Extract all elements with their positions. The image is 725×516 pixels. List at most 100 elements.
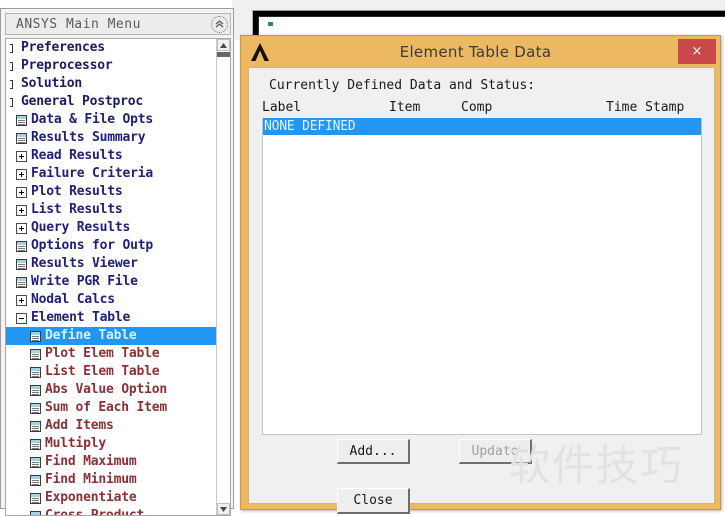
tree-item-label: Element Table <box>31 309 130 327</box>
tree-item-element-table[interactable]: Element Table <box>6 309 218 327</box>
tree-item-general-postproc[interactable]: General Postproc <box>6 93 218 111</box>
tree-item-label: Solution <box>21 75 82 93</box>
scroll-up-arrow-icon[interactable] <box>217 39 230 51</box>
node-icon[interactable] <box>8 61 17 72</box>
dialog-titlebar[interactable]: Element Table Data × <box>241 36 720 67</box>
tree-item-label: List Elem Table <box>45 363 159 381</box>
tree-item-results-summary[interactable]: Results Summary <box>6 129 218 147</box>
expand-icon[interactable] <box>16 187 27 198</box>
double-chevron-up-icon[interactable] <box>211 16 228 33</box>
tree-item-define-table[interactable]: Define Table <box>6 327 218 345</box>
tree-item-label: Find Minimum <box>45 471 137 489</box>
tree-scrollbar-thumb[interactable] <box>217 52 230 57</box>
tree-item-solution[interactable]: Solution <box>6 75 218 93</box>
tree-item-plot-results[interactable]: Plot Results <box>6 183 218 201</box>
tree-item-label: Options for Outp <box>31 237 153 255</box>
dialog-title: Element Table Data <box>273 43 678 61</box>
main-menu-tree[interactable]: PreferencesPreprocessorSolutionGeneral P… <box>6 39 218 516</box>
tree-item-cross-product[interactable]: Cross Product <box>6 507 218 516</box>
tree-item-data-file-opts[interactable]: Data & File Opts <box>6 111 218 129</box>
node-icon[interactable] <box>8 43 17 54</box>
table-icon <box>30 421 41 432</box>
tree-item-find-maximum[interactable]: Find Maximum <box>6 453 218 471</box>
table-icon <box>16 115 27 126</box>
tree-item-list-elem-table[interactable]: List Elem Table <box>6 363 218 381</box>
tree-item-plot-elem-table[interactable]: Plot Elem Table <box>6 345 218 363</box>
tree-item-write-pgr-file[interactable]: Write PGR File <box>6 273 218 291</box>
column-header-item: Item <box>389 100 461 118</box>
table-icon <box>30 439 41 450</box>
tree-item-label: Exponentiate <box>45 489 137 507</box>
main-menu-titlebar: ANSYS Main Menu <box>5 13 231 35</box>
tree-item-label: General Postproc <box>21 93 143 111</box>
ansys-lambda-logo-icon <box>247 41 273 63</box>
tree-item-failure-criteria[interactable]: Failure Criteria <box>6 165 218 183</box>
tree-item-label: Write PGR File <box>31 273 138 291</box>
tree-item-label: Abs Value Option <box>45 381 167 399</box>
tree-item-exponentiate[interactable]: Exponentiate <box>6 489 218 507</box>
tree-item-abs-value-option[interactable]: Abs Value Option <box>6 381 218 399</box>
expand-icon[interactable] <box>16 151 27 162</box>
tree-item-label: Failure Criteria <box>31 165 153 183</box>
tree-item-preferences[interactable]: Preferences <box>6 39 218 57</box>
node-icon[interactable] <box>8 79 17 90</box>
table-icon <box>16 277 27 288</box>
tree-item-sum-of-each-item[interactable]: Sum of Each Item <box>6 399 218 417</box>
close-icon[interactable]: × <box>678 39 716 64</box>
tree-item-preprocessor[interactable]: Preprocessor <box>6 57 218 75</box>
status-label: Currently Defined Data and Status: <box>269 78 535 93</box>
tree-item-label: Plot Elem Table <box>45 345 159 363</box>
toolbar-strip <box>232 0 725 11</box>
table-icon <box>30 475 41 486</box>
list-item[interactable]: NONE DEFINED <box>263 118 701 135</box>
tree-item-list-results[interactable]: List Results <box>6 201 218 219</box>
tree-item-nodal-calcs[interactable]: Nodal Calcs <box>6 291 218 309</box>
table-column-headers: Label Item Comp Time Stamp <box>262 100 702 118</box>
expand-icon[interactable] <box>16 205 27 216</box>
table-icon <box>30 457 41 468</box>
column-header-label: Label <box>262 100 389 118</box>
collapse-icon[interactable] <box>16 313 27 324</box>
tree-item-label: Preferences <box>21 39 105 57</box>
add-button[interactable]: Add... <box>337 439 410 464</box>
expand-icon[interactable] <box>16 169 27 180</box>
scroll-down-arrow-icon[interactable] <box>217 503 230 515</box>
table-icon <box>16 259 27 270</box>
defined-data-list[interactable]: NONE DEFINED <box>262 118 702 435</box>
table-icon <box>16 241 27 252</box>
expand-icon[interactable] <box>16 223 27 234</box>
table-icon <box>16 133 27 144</box>
tree-item-label: Add Items <box>45 417 114 435</box>
table-icon <box>30 385 41 396</box>
tree-item-label: Find Maximum <box>45 453 137 471</box>
tree-item-results-viewer[interactable]: Results Viewer <box>6 255 218 273</box>
tree-item-query-results[interactable]: Query Results <box>6 219 218 237</box>
close-button[interactable]: Close <box>337 488 410 514</box>
table-icon <box>30 511 41 516</box>
tree-item-label: Nodal Calcs <box>31 291 115 309</box>
tree-item-label: Query Results <box>31 219 130 237</box>
table-icon <box>30 367 41 378</box>
tree-item-find-minimum[interactable]: Find Minimum <box>6 471 218 489</box>
ansys-main-menu-panel: ANSYS Main Menu PreferencesPreprocessorS… <box>0 8 234 509</box>
tree-item-label: Plot Results <box>31 183 123 201</box>
tree-item-label: Cross Product <box>45 507 144 516</box>
tree-item-add-items[interactable]: Add Items <box>6 417 218 435</box>
tree-item-label: Sum of Each Item <box>45 399 167 417</box>
tree-item-label: Define Table <box>45 327 137 345</box>
tree-item-read-results[interactable]: Read Results <box>6 147 218 165</box>
tree-item-multiply[interactable]: Multiply <box>6 435 218 453</box>
list-item-label: NONE DEFINED <box>263 119 356 134</box>
main-menu-tree-container: PreferencesPreprocessorSolutionGeneral P… <box>5 38 231 516</box>
table-icon <box>30 493 41 504</box>
tree-item-options-for-outp[interactable]: Options for Outp <box>6 237 218 255</box>
watermark-text: 软件技巧 <box>508 432 684 493</box>
node-icon[interactable] <box>8 97 17 108</box>
tree-item-label: Data & File Opts <box>31 111 153 129</box>
expand-icon[interactable] <box>16 295 27 306</box>
column-header-comp: Comp <box>461 100 606 118</box>
tree-item-label: Read Results <box>31 147 123 165</box>
tree-scrollbar[interactable] <box>216 39 230 515</box>
tree-item-label: Results Viewer <box>31 255 138 273</box>
tree-item-label: List Results <box>31 201 123 219</box>
